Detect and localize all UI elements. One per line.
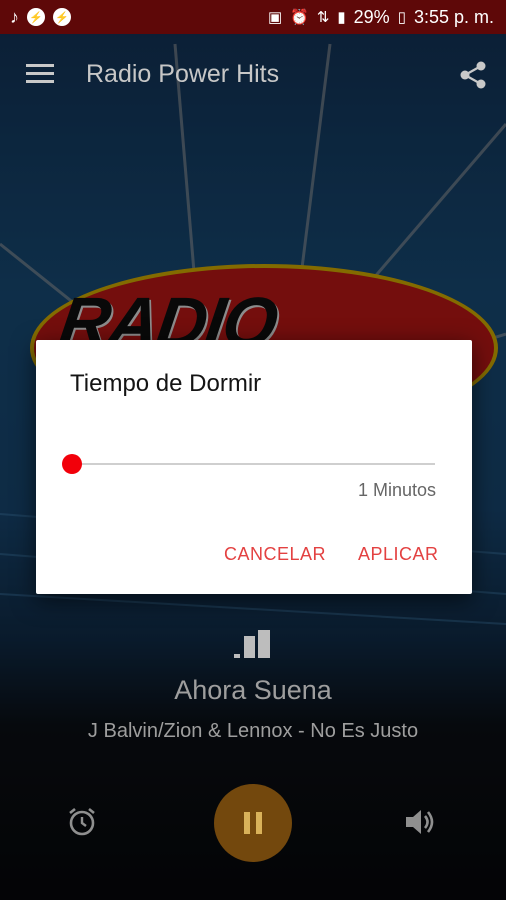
- dialog-title: Tiempo de Dormir: [70, 370, 262, 397]
- equalizer-icon: [234, 630, 270, 658]
- clock: 3:55 p. m.: [413, 6, 494, 27]
- music-note-icon: ♪: [10, 6, 19, 27]
- share-icon[interactable]: [458, 60, 488, 90]
- volume-icon[interactable]: [403, 806, 437, 838]
- menu-icon[interactable]: [26, 64, 54, 84]
- system-icons: ▣ ⏰ ⇅ ▮ 29% ▯ 3:55 p. m.: [268, 7, 506, 28]
- signal-icon: ▮: [337, 9, 346, 26]
- slider-thumb[interactable]: [62, 454, 82, 474]
- network-icon: ⇅: [316, 9, 330, 26]
- messenger-icon: ⚡: [53, 8, 71, 26]
- sleep-timer-dialog: Tiempo de Dormir 1 Minutos CANCELAR APLI…: [36, 340, 472, 594]
- notification-icons: ♪ ⚡ ⚡: [0, 6, 71, 27]
- status-bar: ♪ ⚡ ⚡ ▣ ⏰ ⇅ ▮ 29% ▯ 3:55 p. m.: [0, 0, 506, 34]
- now-playing-label: Ahora Suena: [174, 675, 332, 705]
- battery-percent: 29%: [353, 6, 390, 27]
- pause-icon: [244, 812, 262, 834]
- pause-button[interactable]: [214, 784, 292, 862]
- messenger-icon: ⚡: [27, 8, 45, 26]
- apply-button[interactable]: APLICAR: [358, 544, 439, 565]
- track-title: J Balvin/Zion & Lennox - No Es Justo: [87, 720, 419, 742]
- alarm-icon[interactable]: [66, 806, 98, 838]
- app-title: Radio Power Hits: [86, 60, 280, 88]
- slider-value-text: 1 Minutos: [357, 480, 436, 500]
- alarm-icon: ⏰: [290, 9, 309, 26]
- cancel-button[interactable]: CANCELAR: [224, 544, 326, 565]
- robot-icon: ▣: [267, 9, 283, 26]
- battery-icon: ▯: [397, 9, 406, 26]
- sleep-timer-slider[interactable]: [71, 463, 435, 465]
